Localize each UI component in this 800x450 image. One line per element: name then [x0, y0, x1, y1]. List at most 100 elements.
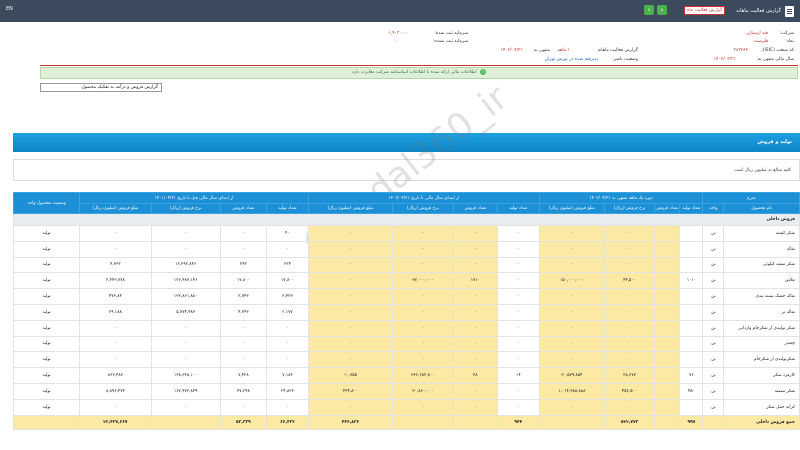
table-cell: ۰ — [150, 398, 221, 416]
product-name: تفاله خشک بسته بندی — [723, 288, 800, 305]
table-cell: ۱۲۶,۴۸۳,۱۴۶ — [150, 272, 221, 290]
table-cell: ۰ — [79, 319, 152, 337]
column-header: نرخ فروش (ریال) — [391, 203, 454, 214]
next-arrow-icon[interactable]: › — [657, 5, 667, 15]
product-name: شکر سفید کیلوئی — [723, 256, 800, 274]
table-cell: ۵۳,۳۳۹ — [219, 414, 267, 430]
period3-header: از ابتدای سال مالی قبل تا تاریخ ۱۴۰۱/۰۴/… — [79, 192, 309, 204]
table-cell: ۰ — [496, 256, 540, 274]
table-cell: ۰ — [496, 288, 540, 305]
column-header: مبلغ فروش (میلیون ریال) — [79, 203, 152, 214]
fiscal-year-value: ۱۴۰۲/۰۳/۳۱ — [713, 57, 736, 62]
table-cell: تولید — [12, 225, 81, 242]
table-cell: ۰ — [219, 225, 267, 242]
product-name: شکر تصفیه — [723, 382, 800, 400]
product-name: چغندر — [723, 335, 800, 353]
table-cell: ۶۶,۴۳۲ — [265, 414, 309, 430]
capital-label: سرمایه ثبت شده: — [434, 31, 468, 36]
table-cell: تن — [702, 256, 725, 274]
table-cell: ۰ — [452, 240, 498, 258]
table-cell: ۰ — [307, 319, 393, 337]
table-row: تفاله خشک بسته بندی تن ۰ ۰ ۰ ۰ ۰ ۰ ۳,۴۲۳ ۲,۷۴۳ ۱۳۲… — [12, 288, 800, 305]
table-cell: ۰ — [79, 351, 152, 369]
info-icon: i — [480, 68, 487, 75]
table-cell: ۰ — [496, 382, 540, 400]
unreg-capital-label: سرمایه ثبت نشده: — [432, 39, 468, 44]
table-cell: ۲۴,۸۲۳ — [265, 382, 309, 400]
table-cell: ۰ — [265, 240, 309, 258]
table-cell: ۰ — [219, 319, 267, 337]
table-cell: ۱۲۸,۳۳۸,۱۰۰ — [150, 367, 221, 384]
table-cell: ۴۴۶,۸۳۶ — [307, 414, 393, 430]
table-cell: ۰ — [452, 398, 498, 416]
period1-header: دوره یک ماهه منتهی به ۱۴۰۲/۰۴/۳۱ — [538, 192, 704, 204]
notice-banner: i اطلاعات مالی ارائه شده با اطلاعات اساس… — [40, 67, 798, 79]
company-label: شرکت: — [779, 31, 794, 36]
table-cell: ۸۶۳,۴۸۳ — [79, 367, 152, 384]
table-cell: ۰ — [603, 288, 656, 305]
table-cell: ۰ — [452, 256, 498, 274]
table-cell: ۰ — [603, 351, 656, 369]
table-cell: ۰ — [219, 351, 267, 369]
table-cell: ۰ — [603, 319, 656, 337]
table-cell: ۴۵۰ — [679, 382, 704, 400]
table-cell: ۴۸ — [452, 367, 498, 384]
report-type-badge[interactable]: گزارش فعالیت ماه — [684, 6, 726, 15]
table-cell: ۰ — [307, 256, 393, 274]
group-label: فروش داخلی — [13, 213, 800, 226]
table-cell: ۳۰,۵۷۹,۸۵۴ — [538, 367, 605, 384]
table-cell: ۷,۴۲۸ — [219, 367, 267, 384]
table-cell: ۰ — [391, 256, 454, 274]
table-cell: ۴۲۴,۸۰۰ — [307, 382, 393, 400]
table-cell: ۲۴۲ — [219, 256, 267, 274]
column-header: تعداد فروش — [219, 203, 267, 214]
table-cell — [391, 414, 454, 430]
table-cell: تن — [702, 319, 725, 337]
column-header: تعداد فروش — [654, 203, 681, 214]
table-cell: ۷,۱۸۳ — [265, 367, 309, 384]
table-cell — [702, 414, 725, 430]
table-cell: تولید — [12, 351, 81, 369]
table-cell: ۰ — [538, 303, 605, 321]
table-cell: ۰ — [150, 335, 221, 353]
column-header: نرخ فروش (ریال) — [150, 203, 221, 214]
table-cell: ۰ — [391, 319, 454, 337]
table-cell: ۴۷,۲۴۸ — [219, 382, 267, 400]
total-row: جمع فروش داخلی ۹۹۷ ۵۲۲,۷۷۳ ۹۴۴ ۴۴۶,۸۳۶ ۶۶,۴۳۲… — [12, 414, 800, 430]
table-cell: ۸,۸۹۶,۴۷۴ — [79, 382, 152, 400]
table-cell: ۰ — [150, 240, 221, 258]
table-cell: ۴,۳۳۲ — [79, 256, 152, 274]
table-cell — [679, 288, 704, 305]
table-cell — [654, 367, 681, 384]
table-cell: تن — [702, 288, 725, 305]
table-cell: تن — [702, 303, 725, 321]
language-toggle[interactable]: EN — [6, 6, 13, 12]
capital-value: ۱,۹۰۳,۰۰۰ — [388, 31, 408, 36]
table-cell: ۱۳۲,۸۶۱,۸۸۰ — [150, 288, 221, 305]
table-cell: ۳۰,۸۶۰,۰۰۰ — [391, 382, 454, 400]
table-row: تفاله تن ۰ ۰ ۰ ۰ ۰ ۰ ۰ ۰ ۰ ۰ تولید — [12, 240, 800, 258]
table-cell — [679, 335, 704, 353]
table-cell: ۰ — [603, 303, 656, 321]
table-cell — [654, 288, 681, 305]
report-selector[interactable]: گزارش فروش و درآمد به تفکیک محصول — [40, 83, 162, 92]
table-cell: ۰ — [79, 240, 152, 258]
table-cell: ۰ — [538, 225, 605, 242]
table-cell — [654, 240, 681, 258]
table-cell: ۱۶۷,۴۷۳,۸۴۹ — [150, 382, 221, 400]
table-cell: ۰ — [496, 303, 540, 321]
notice-text: اطلاعات مالی ارائه شده با اطلاعات اساسنا… — [351, 70, 477, 75]
table-cell: ۳۷,۰۰۰,۰۰۰ — [391, 272, 454, 290]
table-cell: ۱۵۰,۰۰۰,۰۰۰ — [538, 272, 605, 290]
prev-arrow-icon[interactable]: ‹ — [644, 5, 654, 15]
table-cell: ۰ — [538, 240, 605, 258]
table-cell: ۰ — [391, 240, 454, 258]
table-cell: ۰ — [538, 256, 605, 274]
table-cell — [654, 319, 681, 337]
table-cell: تولید — [12, 288, 81, 305]
section-header: تولید و فروش — [13, 133, 800, 152]
column-header: تعداد تولید — [265, 203, 309, 214]
table-cell: تن — [702, 351, 725, 369]
production-sales-table: شرح دوره یک ماهه منتهی به ۱۴۰۲/۰۴/۳۱ از … — [12, 192, 800, 430]
table-cell: ۱۷,۸۰۰ — [265, 272, 309, 290]
